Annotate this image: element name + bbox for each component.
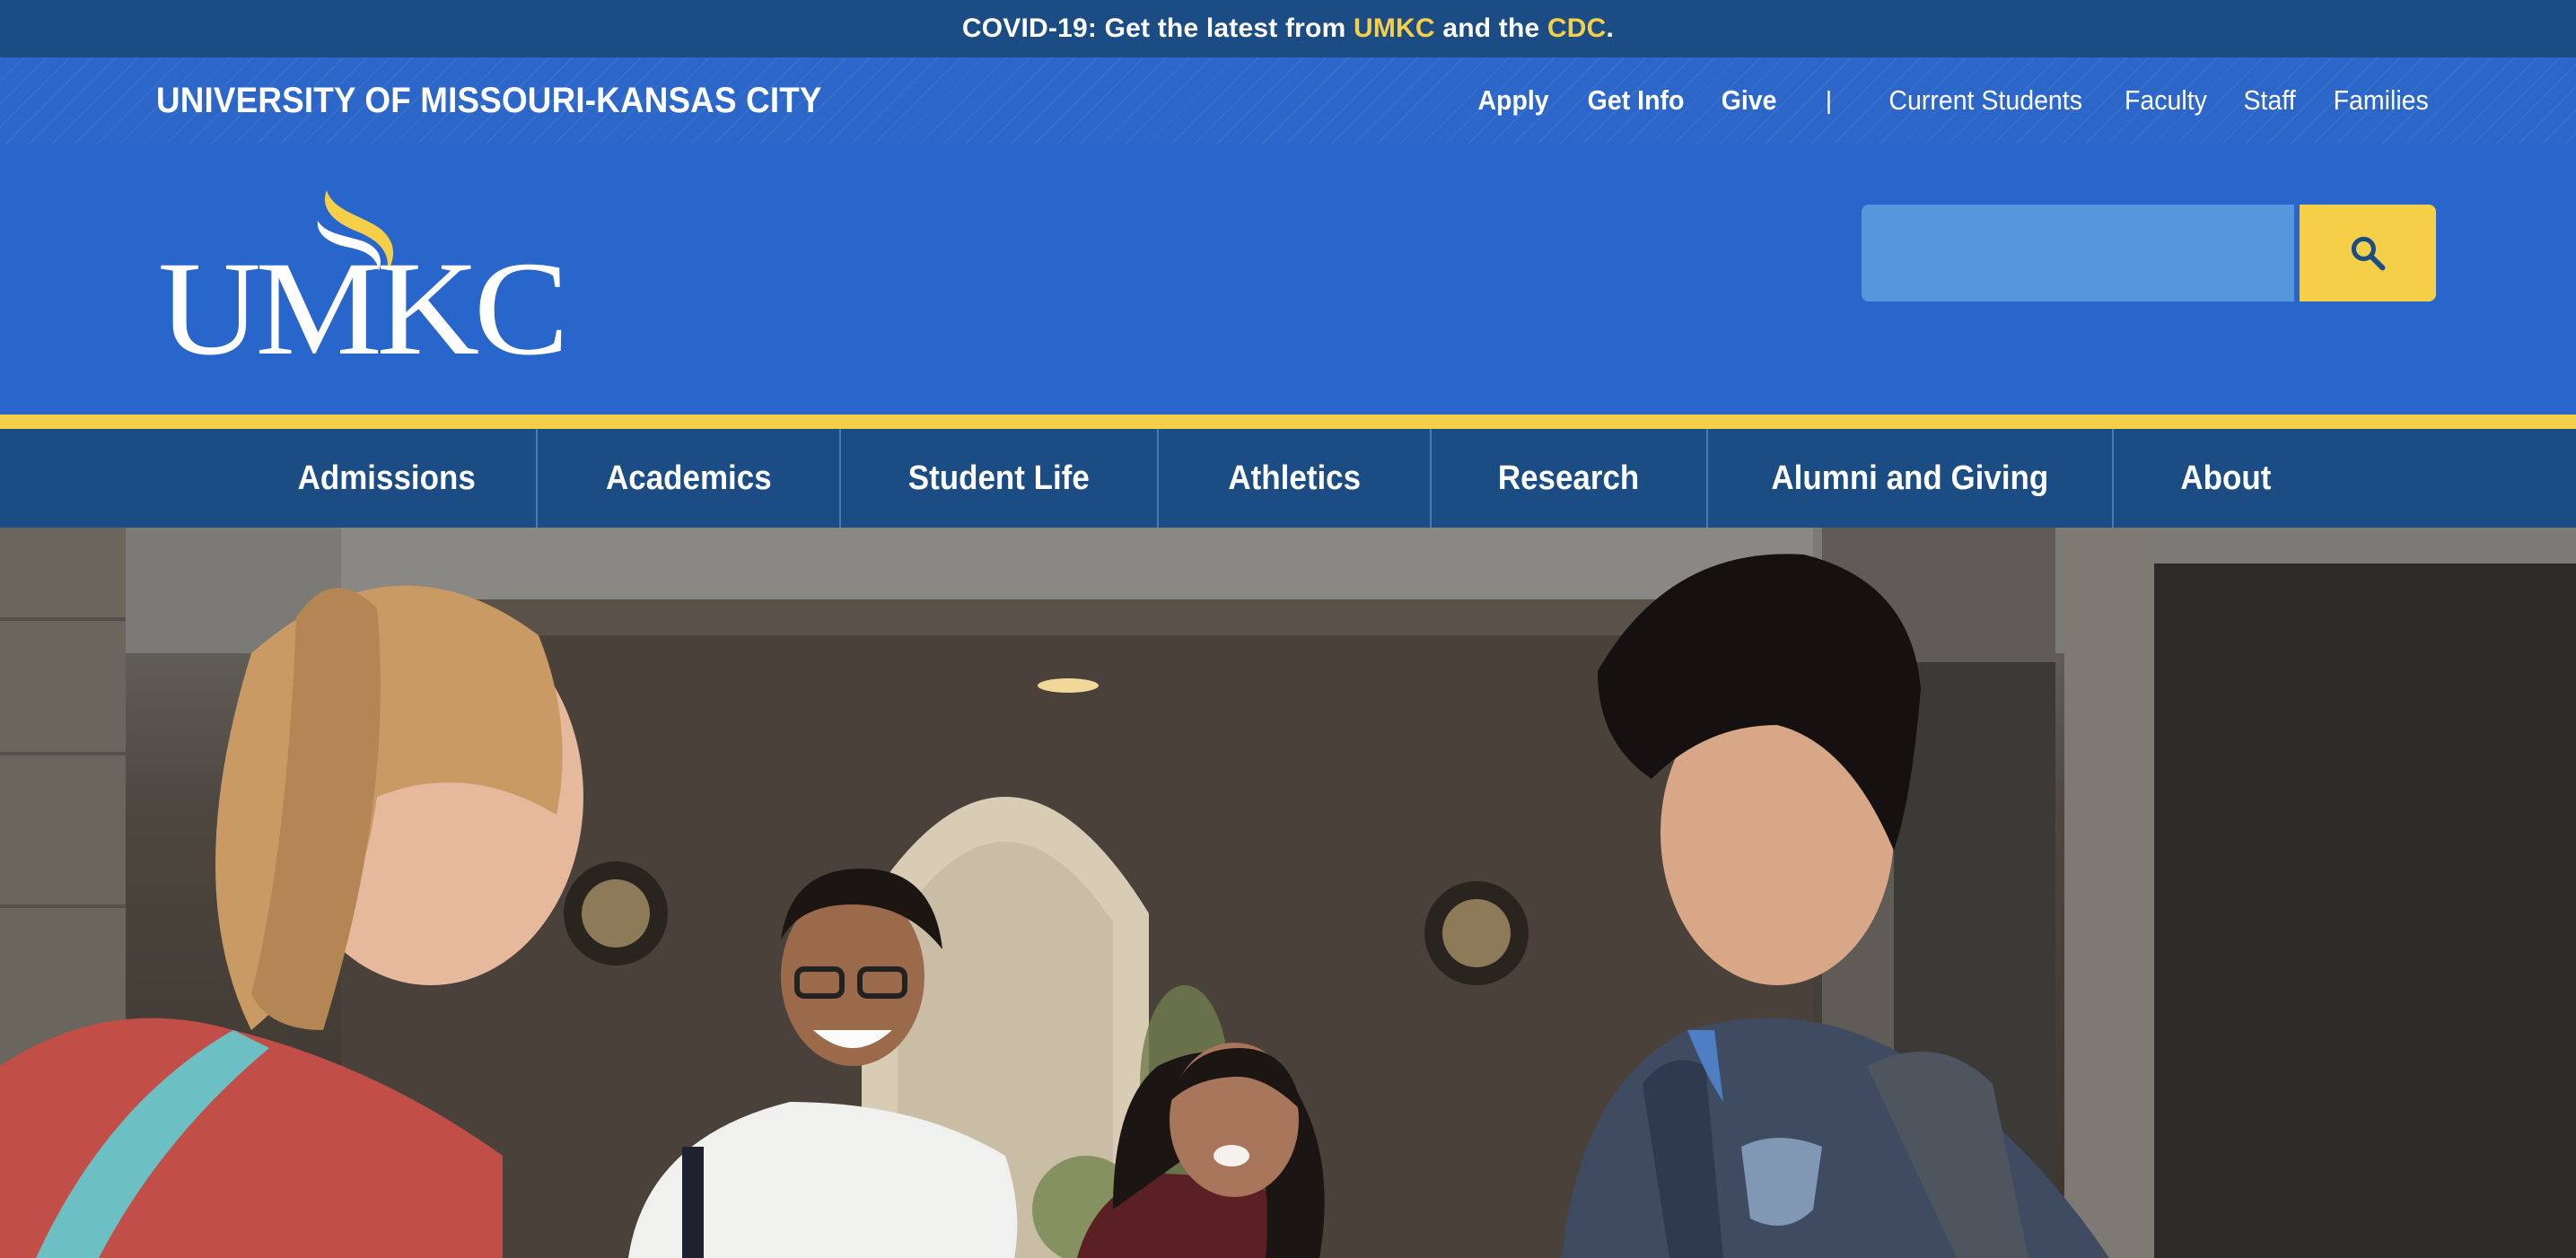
nav-research-label: Research xyxy=(1498,459,1640,497)
nav-student-life[interactable]: Student Life xyxy=(841,429,1159,528)
page: COVID-19: Get the latest from UMKC and t… xyxy=(0,0,2576,1258)
students-photo xyxy=(0,528,2576,1258)
nav-alumni-and-giving[interactable]: Alumni and Giving xyxy=(1708,429,2114,528)
utility-links: Apply Get Info Give | Current Students F… xyxy=(1444,84,2432,117)
gold-divider xyxy=(0,415,2576,429)
search-button[interactable] xyxy=(2300,205,2436,301)
umkc-logo[interactable]: UMKC xyxy=(158,188,569,376)
nav-about-label: About xyxy=(2180,459,2272,497)
nav-admissions-label: Admissions xyxy=(297,459,477,497)
main-nav: Admissions Academics Student Life Athlet… xyxy=(0,429,2576,528)
give-link[interactable]: Give xyxy=(1721,84,1776,117)
nav-athletics[interactable]: Athletics xyxy=(1159,429,1432,528)
utility-bar: UNIVERSITY OF MISSOURI-KANSAS CITY Apply… xyxy=(0,57,2576,144)
nav-about[interactable]: About xyxy=(2114,429,2338,528)
hero-image xyxy=(0,528,2576,1258)
staff-link[interactable]: Staff xyxy=(2244,84,2296,117)
covid-notice-prefix: COVID-19: Get the latest from xyxy=(961,13,1354,43)
search-input[interactable] xyxy=(1862,205,2294,301)
nav-athletics-label: Athletics xyxy=(1228,459,1361,497)
apply-link[interactable]: Apply xyxy=(1478,84,1549,117)
nav-academics[interactable]: Academics xyxy=(538,429,841,528)
covid-notice-suffix: . xyxy=(1606,13,1615,43)
nav-admissions[interactable]: Admissions xyxy=(238,429,538,528)
families-link[interactable]: Families xyxy=(2333,84,2428,117)
nav-alumni-and-giving-label: Alumni and Giving xyxy=(1771,459,2049,497)
search-form xyxy=(1862,205,2436,301)
masthead: UMKC xyxy=(0,144,2576,415)
covid-notice-middle: and the xyxy=(1434,13,1547,43)
nav-research[interactable]: Research xyxy=(1432,429,1708,528)
covid-cdc-link[interactable]: CDC xyxy=(1547,13,1607,44)
current-students-link[interactable]: Current Students xyxy=(1888,84,2082,117)
search-icon xyxy=(2351,236,2386,271)
covid-notice-bar: COVID-19: Get the latest from UMKC and t… xyxy=(0,0,2576,57)
covid-umkc-link[interactable]: UMKC xyxy=(1354,13,1435,44)
nav-student-life-label: Student Life xyxy=(908,459,1090,497)
get-info-link[interactable]: Get Info xyxy=(1587,84,1684,117)
logo-wordmark: UMKC xyxy=(158,234,569,383)
faculty-link[interactable]: Faculty xyxy=(2125,84,2207,117)
nav-academics-label: Academics xyxy=(605,459,772,497)
university-name[interactable]: UNIVERSITY OF MISSOURI-KANSAS CITY xyxy=(156,81,822,121)
utility-separator: | xyxy=(1825,86,1833,114)
